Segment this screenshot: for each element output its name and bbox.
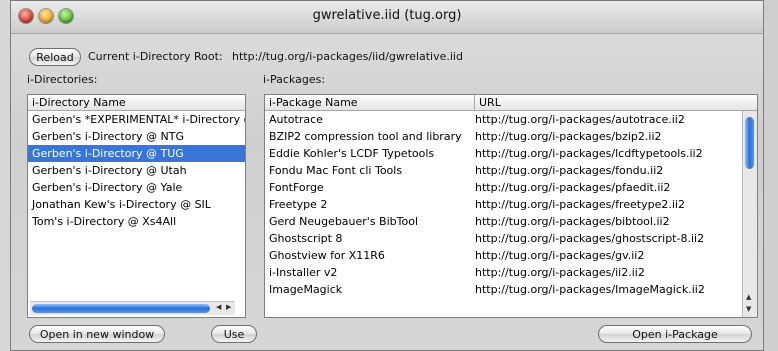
package-name-cell: Ghostview for X11R6 bbox=[269, 249, 385, 262]
package-name-column-header[interactable]: i-Package Name bbox=[265, 95, 475, 111]
directory-list-item[interactable]: Tom's i-Directory @ Xs4All bbox=[28, 213, 245, 230]
directory-list-item[interactable]: Gerben's i-Directory @ Yale bbox=[28, 179, 245, 196]
directories-list[interactable]: i-Directory Name Gerben's *EXPERIMENTAL*… bbox=[27, 94, 246, 318]
table-row[interactable]: FontForge http://tug.org/i-packages/pfaed… bbox=[265, 179, 743, 196]
table-row[interactable]: BZIP2 compression tool and library http:/… bbox=[265, 128, 743, 145]
table-row[interactable]: Autotrace http://tug.org/i-packages/autot… bbox=[265, 111, 743, 128]
table-row[interactable]: ImageMagick http://tug.org/i-packages/Ima… bbox=[265, 281, 743, 298]
reload-button[interactable]: Reload bbox=[29, 48, 81, 66]
main-window: gwrelative.iid (tug.org) Reload Current … bbox=[10, 0, 764, 351]
package-url-cell: http://tug.org/i-packages/freetype2.ii2 bbox=[475, 198, 685, 211]
package-url-cell: http://tug.org/i-packages/fondu.ii2 bbox=[475, 164, 664, 177]
package-url-cell: http://tug.org/i-packages/lcdftypetools.… bbox=[475, 147, 703, 160]
scroll-thumb[interactable] bbox=[32, 304, 210, 313]
package-name-cell: BZIP2 compression tool and library bbox=[269, 130, 462, 143]
package-url-cell: http://tug.org/i-packages/autotrace.ii2 bbox=[475, 113, 685, 126]
url-column-header[interactable]: URL bbox=[475, 95, 757, 111]
use-button[interactable]: Use bbox=[211, 325, 257, 343]
package-url-cell: http://tug.org/i-packages/ii2.ii2 bbox=[475, 266, 645, 279]
package-url-cell: http://tug.org/i-packages/ImageMagick.ii… bbox=[475, 283, 705, 296]
package-name-cell: Gerd Neugebauer's BibTool bbox=[269, 215, 419, 228]
packages-table[interactable]: i-Package Name URL Autotrace http://tug.o… bbox=[264, 94, 758, 318]
scroll-up-icon[interactable]: ▲ bbox=[746, 293, 751, 301]
package-name-cell: Freetype 2 bbox=[269, 198, 328, 211]
scroll-right-icon[interactable]: ▶ bbox=[226, 303, 231, 311]
root-label: Current i-Directory Root: bbox=[88, 50, 223, 63]
package-name-cell: Autotrace bbox=[269, 113, 323, 126]
open-in-new-window-button[interactable]: Open in new window bbox=[29, 325, 165, 343]
directories-horizontal-scrollbar[interactable]: ◀ ▶ bbox=[30, 301, 235, 315]
package-name-cell: Fondu Mac Font cli Tools bbox=[269, 164, 403, 177]
table-row[interactable]: Ghostview for X11R6 http://tug.org/i-pack… bbox=[265, 247, 743, 264]
packages-section-label: i-Packages: bbox=[263, 73, 326, 86]
scroll-down-icon[interactable]: ▼ bbox=[746, 305, 751, 313]
scroll-thumb[interactable] bbox=[745, 117, 754, 169]
package-name-cell: Ghostscript 8 bbox=[269, 232, 343, 245]
package-name-cell: ImageMagick bbox=[269, 283, 343, 296]
package-url-cell: http://tug.org/i-packages/pfaedit.ii2 bbox=[475, 181, 671, 194]
table-row[interactable]: Eddie Kohler's LCDF Typetools http://tug.… bbox=[265, 145, 743, 162]
packages-vertical-scrollbar[interactable]: ▲ ▼ bbox=[742, 111, 757, 317]
table-row[interactable]: Fondu Mac Font cli Tools http://tug.org/i… bbox=[265, 162, 743, 179]
directory-list-item[interactable]: Gerben's i-Directory @ NTG bbox=[28, 128, 245, 145]
directories-section-label: i-Directories: bbox=[27, 73, 98, 86]
package-name-cell: Eddie Kohler's LCDF Typetools bbox=[269, 147, 435, 160]
directory-list-item[interactable]: Gerben's i-Directory @ TUG bbox=[28, 145, 245, 162]
table-row[interactable]: Ghostscript 8 http://tug.org/i-packages/g… bbox=[265, 230, 743, 247]
window-title: gwrelative.iid (tug.org) bbox=[312, 8, 462, 23]
directory-name-column-header[interactable]: i-Directory Name bbox=[28, 95, 245, 111]
package-url-cell: http://tug.org/i-packages/gv.ii2 bbox=[475, 249, 645, 262]
table-row[interactable]: i-Installer v2 http://tug.org/i-packages/… bbox=[265, 264, 743, 281]
title-bar[interactable]: gwrelative.iid (tug.org) bbox=[11, 1, 763, 34]
package-url-cell: http://tug.org/i-packages/bzip2.ii2 bbox=[475, 130, 662, 143]
table-row[interactable]: Gerd Neugebauer's BibTool http://tug.org/… bbox=[265, 213, 743, 230]
package-url-cell: http://tug.org/i-packages/ghostscript-8.… bbox=[475, 232, 705, 245]
package-name-cell: i-Installer v2 bbox=[269, 266, 338, 279]
scroll-left-icon[interactable]: ◀ bbox=[216, 303, 221, 311]
directory-list-item[interactable]: Jonathan Kew's i-Directory @ SIL bbox=[28, 196, 245, 213]
package-name-cell: FontForge bbox=[269, 181, 324, 194]
directory-list-item[interactable]: Gerben's i-Directory @ Utah bbox=[28, 162, 245, 179]
background-window-right bbox=[764, 0, 778, 351]
package-url-cell: http://tug.org/i-packages/bibtool.ii2 bbox=[475, 215, 670, 228]
root-url: http://tug.org/i-packages/iid/gwrelative… bbox=[232, 50, 463, 63]
table-row[interactable]: Freetype 2 http://tug.org/i-packages/free… bbox=[265, 196, 743, 213]
directory-list-item[interactable]: Gerben's *EXPERIMENTAL* i-Directory @ bbox=[28, 111, 245, 128]
open-i-package-button[interactable]: Open i-Package bbox=[598, 325, 752, 343]
